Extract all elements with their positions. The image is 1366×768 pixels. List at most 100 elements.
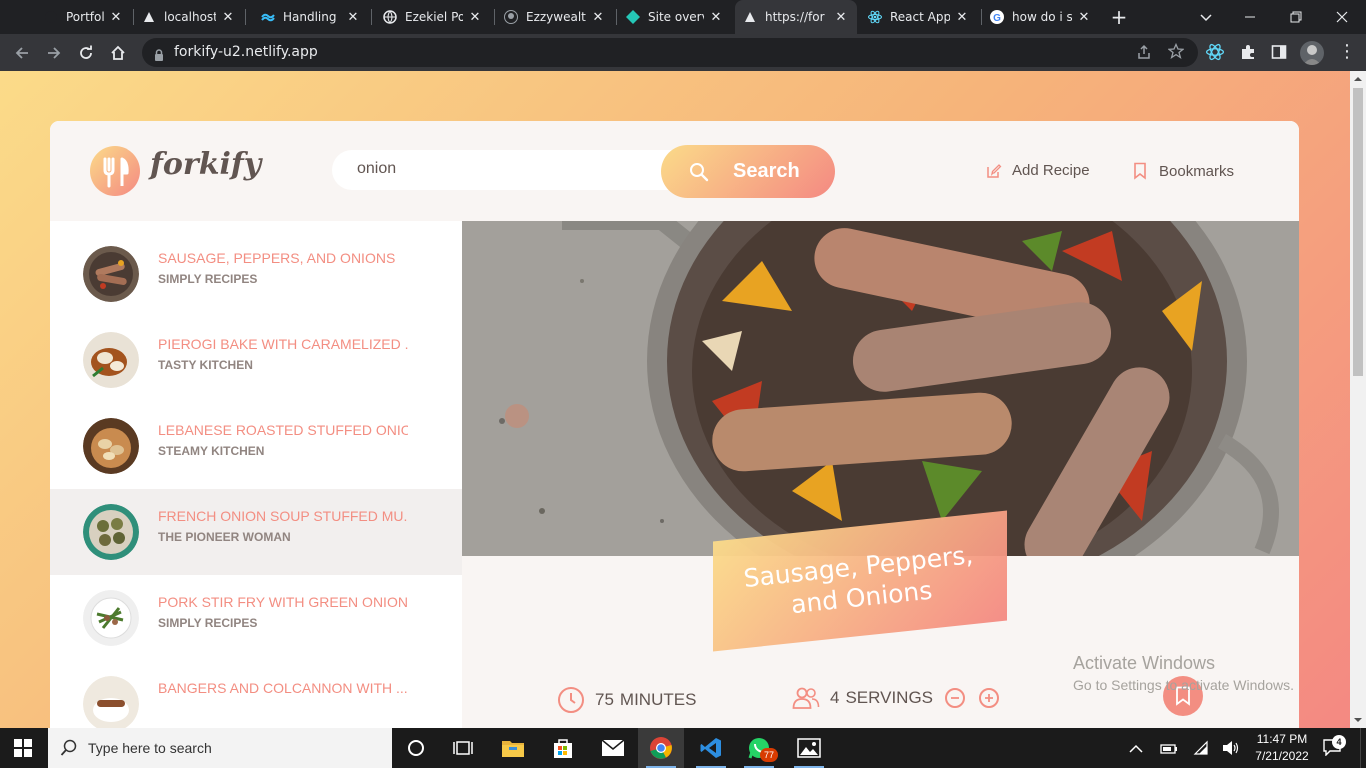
chevron-down-icon[interactable] (1196, 7, 1216, 27)
result-image (83, 676, 139, 728)
result-title: Lebanese Roasted Stuffed Onio... (158, 422, 408, 438)
taskbar-search-box[interactable]: Type here to search (48, 728, 392, 768)
tab-title: how do i s (1012, 10, 1072, 24)
app-container: forkify Search Add Recipe Bookmarks Saus… (50, 121, 1299, 728)
result-item[interactable]: Bangers and Colcannon with ... (50, 661, 462, 728)
close-window-button[interactable] (1332, 7, 1352, 27)
close-icon[interactable]: ✕ (590, 10, 606, 25)
mail-icon[interactable] (590, 728, 636, 768)
windows-start-icon[interactable] (0, 728, 46, 768)
lock-icon[interactable] (154, 46, 164, 65)
notification-center-icon[interactable]: 4 (1322, 735, 1350, 760)
new-tab-button[interactable]: + (1108, 6, 1130, 28)
share-icon[interactable] (1136, 44, 1152, 64)
more-menu-icon[interactable]: ⋮ (1338, 43, 1356, 61)
result-item[interactable]: Sausage, Peppers, and Onions Simply Reci… (50, 231, 462, 317)
page-background: forkify Search Add Recipe Bookmarks Saus… (0, 71, 1350, 728)
result-title: Sausage, Peppers, and Onions (158, 250, 396, 266)
chrome-icon[interactable] (638, 728, 684, 768)
address-bar[interactable]: forkify-u2.netlify.app (142, 38, 1198, 67)
minimize-button[interactable] (1240, 7, 1260, 27)
increase-servings-button[interactable] (979, 688, 1000, 708)
result-publisher: Simply Recipes (158, 272, 258, 286)
browser-tab-netlify[interactable]: Site overvi ✕ (618, 0, 732, 34)
file-explorer-icon[interactable] (490, 728, 536, 768)
close-icon[interactable]: ✕ (345, 10, 361, 25)
result-title: Pork Stir Fry with Green Onion (158, 594, 408, 610)
app-logo-text[interactable]: forkify (150, 147, 261, 182)
close-icon[interactable]: ✕ (1076, 10, 1092, 25)
volume-icon[interactable] (1222, 740, 1240, 760)
close-icon[interactable]: ✕ (108, 10, 124, 25)
search-icon (60, 739, 78, 757)
microsoft-store-icon[interactable] (540, 728, 586, 768)
close-icon[interactable]: ✕ (954, 10, 970, 25)
extensions-icon[interactable] (1239, 43, 1257, 65)
browser-tab-google[interactable]: G how do i s ✕ (982, 0, 1100, 34)
result-item[interactable]: Pierogi Bake with Caramelized ... Tasty … (50, 317, 462, 403)
tab-title: React App (890, 10, 950, 24)
vscode-icon[interactable] (688, 728, 734, 768)
netlify-icon (626, 10, 640, 24)
recipe-cooking-time: 75 MINUTES (557, 686, 696, 714)
react-devtools-icon[interactable] (1206, 43, 1224, 65)
result-item[interactable]: Lebanese Roasted Stuffed Onio... Steamy … (50, 403, 462, 489)
svg-text:G: G (993, 13, 1001, 24)
close-icon[interactable]: ✕ (708, 10, 724, 25)
close-icon[interactable]: ✕ (220, 10, 236, 25)
servings-value: 4 (830, 688, 840, 707)
browser-tab-portfolio[interactable]: Portfolio – ✕ (36, 0, 132, 34)
result-title: French Onion Soup Stuffed Mu... (158, 508, 408, 524)
fork-knife-icon[interactable] (90, 146, 140, 196)
forward-button[interactable] (41, 40, 67, 66)
whatsapp-icon[interactable]: 77 (736, 728, 782, 768)
wifi-icon[interactable] (1193, 740, 1211, 760)
servings-unit: SERVINGS (845, 688, 934, 707)
browser-tab-handling[interactable]: Handling H ✕ (253, 0, 369, 34)
cortana-icon[interactable] (393, 728, 439, 768)
decrease-servings-button[interactable] (945, 688, 966, 708)
result-item[interactable]: Pork Stir Fry with Green Onion Simply Re… (50, 575, 462, 661)
show-desktop-button[interactable] (1360, 728, 1366, 768)
restore-button[interactable] (1286, 7, 1306, 27)
watermark-title: Activate Windows (1073, 653, 1216, 673)
task-view-icon[interactable] (440, 728, 486, 768)
search-input[interactable] (357, 160, 637, 178)
scrollbar-thumb[interactable] (1353, 88, 1363, 376)
star-icon[interactable] (1167, 42, 1185, 63)
windows-taskbar: Type here to search 77 11:47 PM 7/21/202… (0, 728, 1366, 768)
browser-tab-react[interactable]: React App ✕ (860, 0, 978, 34)
result-item[interactable]: French Onion Soup Stuffed Mu... The Pion… (50, 489, 462, 575)
chevron-up-icon[interactable] (1128, 741, 1144, 760)
close-icon[interactable]: ✕ (467, 10, 483, 25)
back-button[interactable] (9, 40, 35, 66)
battery-icon[interactable] (1160, 741, 1178, 760)
add-recipe-button[interactable]: Add Recipe (986, 162, 1090, 179)
browser-tab-ezekiel[interactable]: Ezekiel Por ✕ (375, 0, 491, 34)
bookmark-icon (1133, 162, 1147, 180)
close-icon[interactable]: ✕ (833, 10, 849, 25)
avatar[interactable] (1300, 41, 1324, 65)
url-text[interactable]: forkify-u2.netlify.app (174, 44, 318, 60)
photos-icon[interactable] (786, 728, 832, 768)
tab-title: localhost:3 (164, 10, 216, 24)
system-clock[interactable]: 11:47 PM 7/21/2022 (1250, 731, 1314, 765)
result-publisher: The Pioneer Woman (158, 530, 291, 544)
whatsapp-badge: 77 (760, 748, 778, 762)
bookmarks-label: Bookmarks (1159, 162, 1235, 180)
browser-tab-github[interactable]: Ezzywealth ✕ (496, 0, 614, 34)
bookmarks-button[interactable]: Bookmarks (1133, 162, 1234, 180)
app-header: forkify Search Add Recipe Bookmarks (50, 121, 1299, 221)
triangle-icon (743, 10, 757, 24)
search-button[interactable]: Search (661, 145, 835, 198)
github-icon (504, 10, 518, 24)
reload-button[interactable] (73, 40, 99, 66)
recipe-servings: 4 SERVINGS (792, 686, 1000, 710)
browser-tab-localhost[interactable]: localhost:3 ✕ (134, 0, 244, 34)
notification-count-badge: 4 (1332, 735, 1346, 749)
home-button[interactable] (105, 40, 131, 66)
browser-tab-forkify[interactable]: https://for ✕ (735, 0, 857, 34)
result-title: Pierogi Bake with Caramelized ... (158, 336, 408, 352)
side-panel-icon[interactable] (1271, 44, 1287, 64)
browser-tab-strip: Portfolio – ✕ localhost:3 ✕ Handling H ✕… (0, 0, 1366, 34)
